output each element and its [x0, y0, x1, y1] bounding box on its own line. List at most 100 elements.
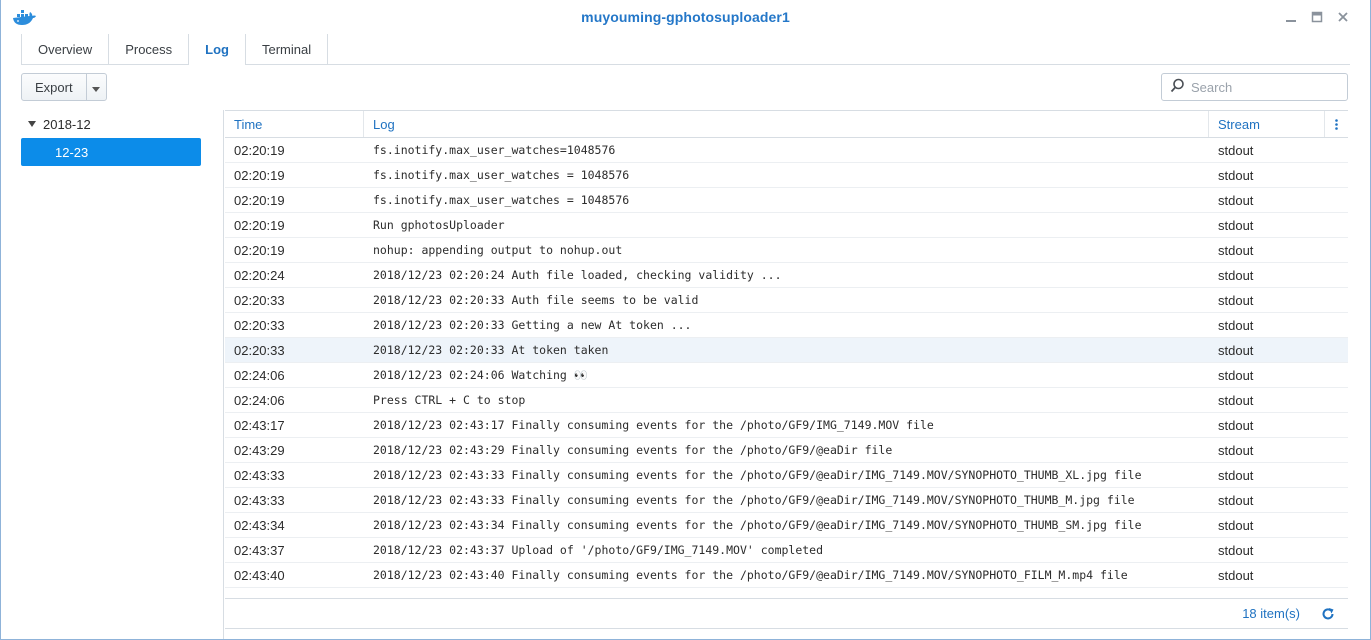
cell-time: 02:20:19 [234, 192, 285, 208]
cell-log: 2018/12/23 02:43:40 Finally consuming ev… [373, 568, 1128, 582]
cell-time: 02:20:33 [234, 342, 285, 358]
cell-stream: stdout [1218, 292, 1254, 308]
window-controls [1278, 8, 1356, 26]
cell-log: nohup: appending output to nohup.out [373, 243, 623, 257]
app-window: muyouming-gphotosuploader1 Overview Proc… [0, 0, 1371, 640]
window-title: muyouming-gphotosuploader1 [581, 9, 790, 25]
cell-stream: stdout [1218, 517, 1254, 533]
cell-stream: stdout [1218, 142, 1254, 158]
date-tree: 2018-12 12-23 [21, 110, 224, 639]
cell-log: fs.inotify.max_user_watches = 1048576 [373, 193, 630, 207]
table-row[interactable]: 02:43:34 2018/12/23 02:43:34 Finally cons… [225, 513, 1348, 538]
cell-log: 2018/12/23 02:20:24 Auth file loaded, ch… [373, 268, 782, 282]
search-field[interactable] [1161, 73, 1348, 101]
cell-stream: stdout [1218, 392, 1254, 408]
table-row[interactable]: 02:20:19 fs.inotify.max_user_watches = 10… [225, 188, 1348, 213]
cell-time: 02:20:33 [234, 317, 285, 333]
table-row[interactable]: 02:43:37 2018/12/23 02:43:37 Upload of '/… [225, 538, 1348, 563]
cell-time: 02:20:19 [234, 167, 285, 183]
cell-time: 02:24:06 [234, 367, 285, 383]
table-row[interactable]: 02:20:33 2018/12/23 02:20:33 At token tak… [225, 338, 1348, 363]
table-row[interactable]: 02:43:33 2018/12/23 02:43:33 Finally cons… [225, 488, 1348, 513]
cell-log: 2018/12/23 02:20:33 Auth file seems to b… [373, 293, 699, 307]
cell-time: 02:43:17 [234, 417, 285, 433]
close-icon[interactable] [1330, 8, 1356, 26]
cell-log: 2018/12/23 02:43:34 Finally consuming ev… [373, 518, 1142, 532]
cell-log: 2018/12/23 02:24:06 Watching 👀 [373, 368, 589, 382]
tab-overview[interactable]: Overview [21, 34, 108, 64]
cell-log: fs.inotify.max_user_watches=1048576 [373, 143, 616, 157]
tab-process[interactable]: Process [108, 34, 188, 64]
table-row[interactable]: 02:20:19 fs.inotify.max_user_watches = 10… [225, 163, 1348, 188]
cell-stream: stdout [1218, 192, 1254, 208]
cell-stream: stdout [1218, 542, 1254, 558]
export-button[interactable]: Export [22, 74, 87, 100]
search-icon [1170, 78, 1185, 96]
tab-bar: Overview Process Log Terminal [21, 34, 1350, 65]
cell-log: Press CTRL + C to stop [373, 393, 526, 407]
table-row[interactable]: 02:43:17 2018/12/23 02:43:17 Finally cons… [225, 413, 1348, 438]
cell-time: 02:20:19 [234, 242, 285, 258]
cell-time: 02:20:19 [234, 142, 285, 158]
cell-time: 02:43:40 [234, 567, 285, 583]
tab-terminal[interactable]: Terminal [244, 34, 329, 64]
tree-group-month[interactable]: 2018-12 [21, 110, 223, 138]
chevron-down-icon [92, 80, 101, 95]
cell-stream: stdout [1218, 467, 1254, 483]
table-row[interactable]: 02:43:33 2018/12/23 02:43:33 Finally cons… [225, 463, 1348, 488]
table-row[interactable]: 02:24:06 2018/12/23 02:24:06 Watching 👀 st… [225, 363, 1348, 388]
table-row[interactable]: 02:43:40 2018/12/23 02:43:40 Finally cons… [225, 563, 1348, 588]
refresh-icon[interactable] [1318, 604, 1338, 624]
table-row[interactable]: 02:43:29 2018/12/23 02:43:29 Finally cons… [225, 438, 1348, 463]
cell-time: 02:20:19 [234, 217, 285, 233]
cell-stream: stdout [1218, 442, 1254, 458]
grid-header: Time Log Stream [225, 111, 1348, 138]
export-split-button: Export [21, 73, 107, 101]
column-menu-icon[interactable] [1324, 111, 1348, 137]
item-count: 18 item(s) [1242, 606, 1300, 621]
column-header-log[interactable]: Log [364, 111, 1209, 137]
cell-time: 02:43:37 [234, 542, 285, 558]
column-header-stream[interactable]: Stream [1209, 111, 1324, 137]
cell-time: 02:43:29 [234, 442, 285, 458]
table-row[interactable]: 02:20:19 nohup: appending output to nohup… [225, 238, 1348, 263]
cell-time: 02:20:24 [234, 267, 285, 283]
cell-log: 2018/12/23 02:20:33 At token taken [373, 343, 609, 357]
cell-stream: stdout [1218, 167, 1254, 183]
cell-time: 02:43:33 [234, 492, 285, 508]
export-dropdown-button[interactable] [87, 74, 106, 100]
maximize-icon[interactable] [1304, 8, 1330, 26]
cell-stream: stdout [1218, 267, 1254, 283]
table-row[interactable]: 02:20:24 2018/12/23 02:20:24 Auth file lo… [225, 263, 1348, 288]
table-row[interactable]: 02:20:19 fs.inotify.max_user_watches=1048… [225, 138, 1348, 163]
cell-stream: stdout [1218, 492, 1254, 508]
column-header-time[interactable]: Time [225, 111, 364, 137]
divider [225, 628, 1348, 629]
cell-time: 02:43:33 [234, 467, 285, 483]
minimize-icon[interactable] [1278, 8, 1304, 26]
cell-stream: stdout [1218, 417, 1254, 433]
cell-stream: stdout [1218, 567, 1254, 583]
tree-item-day[interactable]: 12-23 [21, 138, 201, 166]
table-row[interactable]: 02:20:33 2018/12/23 02:20:33 Getting a ne… [225, 313, 1348, 338]
cell-log: 2018/12/23 02:43:17 Finally consuming ev… [373, 418, 934, 432]
search-input[interactable] [1191, 79, 1341, 95]
cell-stream: stdout [1218, 367, 1254, 383]
caret-down-icon[interactable] [25, 121, 39, 127]
tab-log[interactable]: Log [188, 34, 245, 65]
cell-stream: stdout [1218, 317, 1254, 333]
cell-stream: stdout [1218, 217, 1254, 233]
cell-log: 2018/12/23 02:43:29 Finally consuming ev… [373, 443, 893, 457]
cell-stream: stdout [1218, 242, 1254, 258]
cell-log: 2018/12/23 02:43:37 Upload of '/photo/GF… [373, 543, 824, 557]
table-row[interactable]: 02:24:06 Press CTRL + C to stop stdout [225, 388, 1348, 413]
cell-time: 02:20:33 [234, 292, 285, 308]
title-bar: muyouming-gphotosuploader1 [1, 0, 1370, 34]
cell-time: 02:43:34 [234, 517, 285, 533]
cell-log: 2018/12/23 02:43:33 Finally consuming ev… [373, 468, 1142, 482]
table-row[interactable]: 02:20:19 Run gphotosUploader stdout [225, 213, 1348, 238]
cell-stream: stdout [1218, 342, 1254, 358]
table-row[interactable]: 02:20:33 2018/12/23 02:20:33 Auth file se… [225, 288, 1348, 313]
cell-log: 2018/12/23 02:43:33 Finally consuming ev… [373, 493, 1135, 507]
grid-body: 02:20:19 fs.inotify.max_user_watches=1048… [225, 138, 1348, 588]
